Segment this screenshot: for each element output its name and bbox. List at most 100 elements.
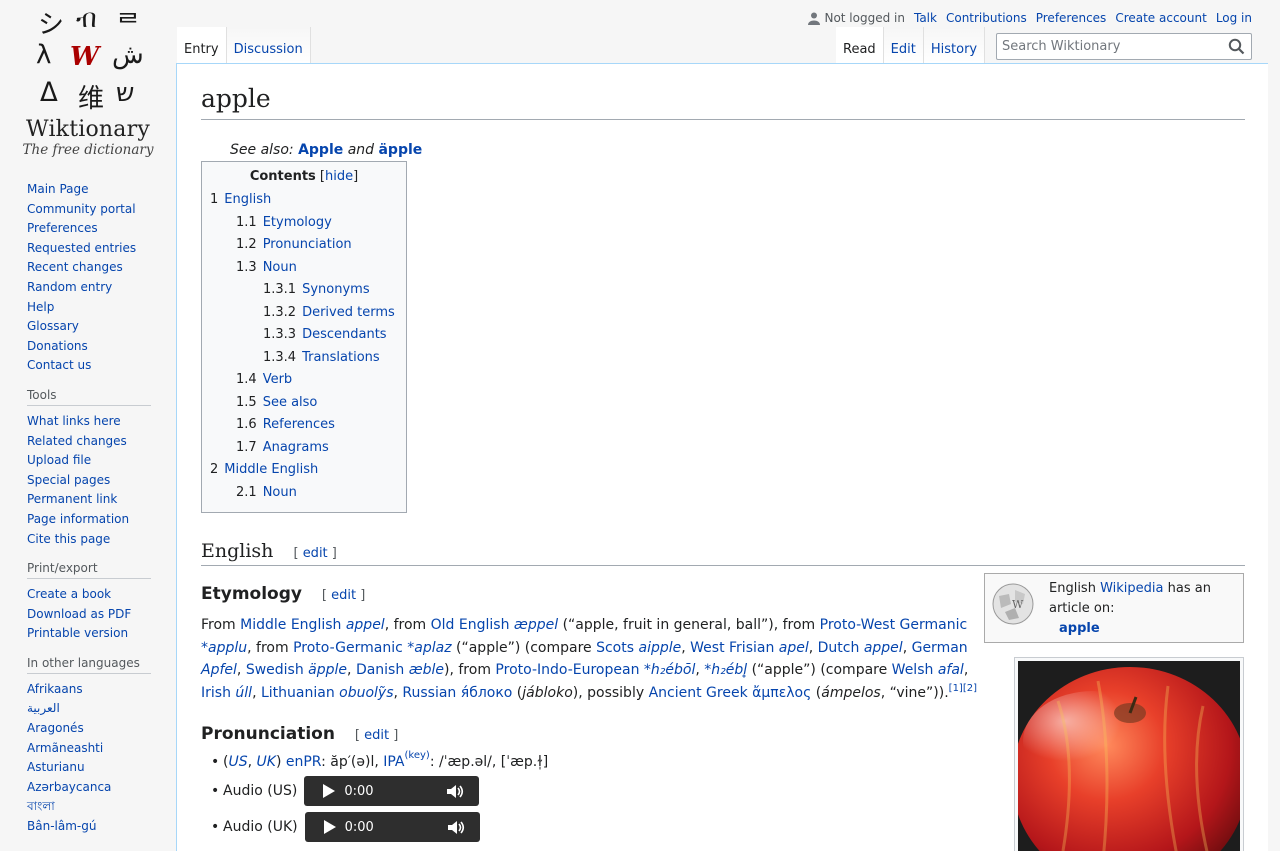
nav-link[interactable]: Help bbox=[27, 300, 54, 314]
etym-lang-link[interactable]: Dutch bbox=[818, 640, 860, 656]
toc-item[interactable]: 1.2 Pronunciation bbox=[210, 234, 398, 257]
nav-link[interactable]: Donations bbox=[27, 339, 88, 353]
nav-link[interactable]: Contact us bbox=[27, 358, 91, 372]
etym-lang-link[interactable]: Proto-West Germanic bbox=[820, 617, 968, 633]
toc-hide-toggle[interactable]: hide bbox=[325, 169, 353, 184]
etym-term-link[interactable]: æble bbox=[409, 662, 444, 678]
language-link[interactable]: Bân-lâm-gú bbox=[27, 819, 96, 833]
etym-lang-link[interactable]: Proto-Germanic bbox=[293, 640, 403, 656]
etym-term-link[interactable]: *h₂ébl̥ bbox=[704, 662, 747, 678]
etym-term-link[interactable]: aipple bbox=[638, 640, 681, 656]
tool-link[interactable]: What links here bbox=[27, 414, 121, 428]
etym-term-link[interactable]: я́блоко bbox=[461, 685, 513, 701]
tool-link[interactable]: Upload file bbox=[27, 453, 91, 467]
nav-link[interactable]: Requested entries bbox=[27, 241, 136, 255]
toc-link[interactable]: Verb bbox=[263, 372, 292, 387]
toc-link[interactable]: English bbox=[224, 192, 271, 207]
etym-lang-link[interactable]: Russian bbox=[402, 685, 456, 701]
print-link[interactable]: Download as PDF bbox=[27, 607, 131, 621]
toc-item[interactable]: 1 English bbox=[210, 189, 398, 212]
play-icon[interactable] bbox=[322, 784, 336, 798]
edit-link[interactable]: edit bbox=[331, 588, 356, 603]
language-link[interactable]: Asturianu bbox=[27, 760, 85, 774]
preferences-link[interactable]: Preferences bbox=[1036, 11, 1107, 25]
toc-item[interactable]: 1.3.2 Derived terms bbox=[210, 302, 398, 325]
etym-lang-link[interactable]: Welsh bbox=[892, 662, 934, 678]
ipa-key-link[interactable]: (key) bbox=[405, 750, 430, 761]
contributions-link[interactable]: Contributions bbox=[946, 11, 1027, 25]
edit-link[interactable]: edit bbox=[364, 728, 389, 743]
etym-term-link[interactable]: *h₂ébōl bbox=[644, 662, 695, 678]
toc-item[interactable]: 1.7 Anagrams bbox=[210, 437, 398, 460]
languages-heading[interactable]: In other languages bbox=[27, 656, 151, 674]
toc-link[interactable]: Anagrams bbox=[263, 440, 329, 455]
etym-term-link[interactable]: obuolỹs bbox=[339, 685, 393, 701]
tool-link[interactable]: Cite this page bbox=[27, 532, 110, 546]
print-link[interactable]: Create a book bbox=[27, 587, 111, 601]
language-link[interactable]: বাংলা bbox=[27, 799, 55, 813]
toc-item[interactable]: 1.1 Etymology bbox=[210, 212, 398, 235]
reference-link-1[interactable]: [1] bbox=[949, 683, 963, 694]
etym-term-link[interactable]: æppel bbox=[514, 617, 558, 633]
etym-lang-link[interactable]: Old English bbox=[431, 617, 510, 633]
see-also-aepple-link[interactable]: äpple bbox=[378, 142, 422, 158]
toc-item[interactable]: 1.6 References bbox=[210, 414, 398, 437]
toc-item[interactable]: 1.3.4 Translations bbox=[210, 347, 398, 370]
tool-link[interactable]: Page information bbox=[27, 512, 129, 526]
toc-item[interactable]: 1.3.3 Descendants bbox=[210, 324, 398, 347]
etym-lang-link[interactable]: Middle English bbox=[240, 617, 341, 633]
etym-lang-link[interactable]: German bbox=[912, 640, 968, 656]
reference-link-2[interactable]: [2] bbox=[963, 683, 977, 694]
etym-term-link[interactable]: apel bbox=[779, 640, 809, 656]
etym-lang-link[interactable]: West Frisian bbox=[690, 640, 774, 656]
toc-link[interactable]: Synonyms bbox=[302, 282, 370, 297]
etym-lang-link[interactable]: Scots bbox=[596, 640, 634, 656]
login-link[interactable]: Log in bbox=[1216, 11, 1252, 25]
toc-item[interactable]: 1.5 See also bbox=[210, 392, 398, 415]
tool-link[interactable]: Special pages bbox=[27, 473, 110, 487]
enpr-link[interactable]: enPR bbox=[286, 754, 321, 770]
toc-item[interactable]: 2.1 Noun bbox=[210, 482, 398, 505]
language-link[interactable]: العربية bbox=[27, 701, 60, 715]
toc-item[interactable]: 1.4 Verb bbox=[210, 369, 398, 392]
toc-link[interactable]: Descendants bbox=[302, 327, 387, 342]
edit-link[interactable]: edit bbox=[303, 546, 328, 561]
tab-edit[interactable]: Edit bbox=[883, 27, 924, 63]
toc-item[interactable]: 1.3 Noun bbox=[210, 257, 398, 280]
toc-link[interactable]: Noun bbox=[263, 260, 297, 275]
language-link[interactable]: Azərbaycanca bbox=[27, 780, 111, 794]
nav-link[interactable]: Glossary bbox=[27, 319, 79, 333]
language-link[interactable]: Afrikaans bbox=[27, 682, 83, 696]
wikipedia-link[interactable]: Wikipedia bbox=[1100, 581, 1163, 596]
toc-link[interactable]: Derived terms bbox=[302, 305, 395, 320]
toc-link[interactable]: See also bbox=[263, 395, 318, 410]
wikipedia-article-link[interactable]: apple bbox=[1049, 619, 1239, 639]
toc-item[interactable]: 2 Middle English bbox=[210, 459, 398, 482]
etym-lang-link[interactable]: Danish bbox=[356, 662, 404, 678]
etym-lang-link[interactable]: Proto-Indo-European bbox=[495, 662, 639, 678]
tool-link[interactable]: Permanent link bbox=[27, 492, 117, 506]
tool-link[interactable]: Related changes bbox=[27, 434, 127, 448]
see-also-apple-link[interactable]: Apple bbox=[298, 142, 343, 158]
tools-heading[interactable]: Tools bbox=[27, 388, 151, 406]
print-heading[interactable]: Print/export bbox=[27, 561, 151, 580]
etym-term-link[interactable]: äpple bbox=[308, 662, 347, 678]
volume-icon[interactable] bbox=[447, 820, 465, 835]
language-link[interactable]: Aragonés bbox=[27, 721, 84, 735]
create-account-link[interactable]: Create account bbox=[1115, 11, 1207, 25]
tab-entry[interactable]: Entry bbox=[177, 27, 227, 63]
etym-lang-link[interactable]: Lithuanian bbox=[261, 685, 335, 701]
toc-link[interactable]: Middle English bbox=[224, 462, 318, 477]
volume-icon[interactable] bbox=[446, 784, 464, 799]
search-input[interactable] bbox=[997, 34, 1217, 59]
tab-read[interactable]: Read bbox=[836, 27, 884, 63]
etym-term-link[interactable]: *applu bbox=[201, 640, 247, 656]
print-link[interactable]: Printable version bbox=[27, 626, 128, 640]
toc-link[interactable]: References bbox=[263, 417, 335, 432]
accent-uk-link[interactable]: UK bbox=[257, 754, 276, 770]
tab-history[interactable]: History bbox=[923, 27, 986, 63]
etym-term-link[interactable]: *aplaz bbox=[407, 640, 451, 656]
ipa-link[interactable]: IPA bbox=[383, 754, 404, 770]
accent-us-link[interactable]: US bbox=[228, 754, 247, 770]
nav-link[interactable]: Community portal bbox=[27, 202, 136, 216]
